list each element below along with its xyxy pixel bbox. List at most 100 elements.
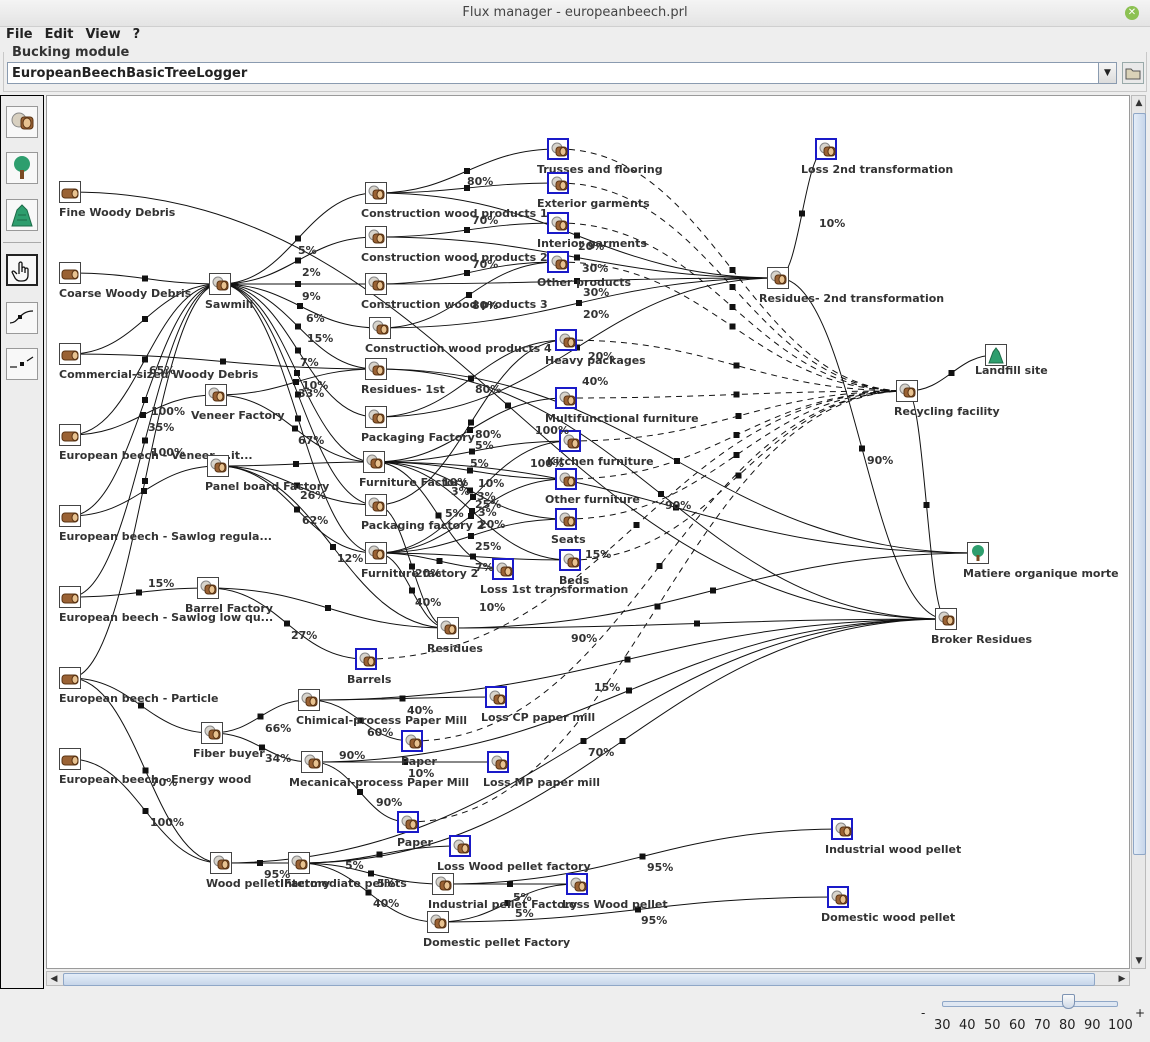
flux-node-of[interactable] (555, 468, 577, 490)
flux-node-cwd[interactable] (59, 262, 81, 284)
scroll-right-icon[interactable]: ▶ (1115, 972, 1129, 986)
link-handle[interactable] (468, 419, 474, 426)
link-handle[interactable] (464, 227, 470, 233)
flux-node-int[interactable] (547, 212, 569, 234)
link-handle[interactable] (733, 432, 740, 438)
flux-node-rec[interactable] (896, 380, 918, 402)
flux-node-ff[interactable] (363, 451, 385, 473)
horizontal-scrollbar[interactable]: ◀ ▶ (46, 971, 1130, 986)
flux-node-oth[interactable] (547, 251, 569, 273)
flux-node-seats[interactable] (555, 508, 577, 530)
flux-node-pkf[interactable] (365, 406, 387, 428)
link-handle[interactable] (325, 605, 331, 611)
vertical-scrollbar[interactable]: ▲ ▼ (1131, 95, 1146, 969)
flux-node-mf[interactable] (555, 387, 577, 409)
link-handle[interactable] (409, 587, 415, 594)
link-handle[interactable] (142, 397, 148, 403)
flux-node-iwp[interactable] (831, 818, 853, 840)
link-handle[interactable] (505, 402, 511, 409)
link-handle[interactable] (368, 870, 374, 877)
flux-node-l1[interactable] (492, 558, 514, 580)
connect-point-tool-button[interactable] (6, 348, 38, 380)
tree-tool-button[interactable] (6, 152, 38, 184)
vertical-scroll-thumb[interactable] (1133, 113, 1146, 855)
chevron-down-icon[interactable]: ▼ (1098, 63, 1116, 83)
link-handle[interactable] (576, 300, 582, 306)
flux-node-mpm[interactable] (301, 751, 323, 773)
link-handle[interactable] (735, 472, 742, 479)
flux-node-ebl[interactable] (59, 586, 81, 608)
link-handle[interactable] (295, 257, 301, 264)
link-handle[interactable] (859, 445, 865, 452)
link-handle[interactable] (284, 620, 290, 627)
flux-node-mom[interactable] (967, 542, 989, 564)
connect-curve-tool-button[interactable] (6, 302, 38, 334)
select-tool-button[interactable] (6, 254, 38, 286)
link-handle[interactable] (468, 533, 474, 539)
link-handle[interactable] (435, 512, 442, 519)
flux-node-ven[interactable] (205, 384, 227, 406)
link-handle[interactable] (923, 502, 930, 508)
link-handle[interactable] (294, 370, 300, 376)
link-handle[interactable] (654, 603, 661, 610)
flux-node-r2[interactable] (767, 267, 789, 289)
flux-node-l2[interactable] (815, 138, 837, 160)
link-handle[interactable] (294, 506, 300, 513)
link-handle[interactable] (464, 270, 470, 276)
menu-view[interactable]: View (79, 26, 126, 44)
flux-node-ipf[interactable] (432, 873, 454, 895)
link-handle[interactable] (633, 522, 640, 528)
link-handle[interactable] (470, 553, 476, 560)
link-handle[interactable] (142, 808, 149, 814)
link-handle[interactable] (295, 235, 301, 242)
link-handle[interactable] (733, 362, 740, 369)
link-handle[interactable] (656, 563, 663, 569)
flux-node-ebv[interactable] (59, 424, 81, 446)
link-handle[interactable] (729, 284, 736, 290)
link-handle[interactable] (729, 323, 736, 330)
link-handle[interactable] (580, 738, 587, 744)
scroll-left-icon[interactable]: ◀ (47, 972, 61, 986)
link-handle[interactable] (624, 656, 631, 663)
flux-node-cwp2[interactable] (365, 226, 387, 248)
link-handle[interactable] (729, 304, 736, 310)
flux-node-pap2[interactable] (397, 811, 419, 833)
close-icon[interactable]: ✕ (1125, 6, 1139, 20)
flux-node-cwp3[interactable] (365, 273, 387, 295)
flux-node-cwp1[interactable] (365, 182, 387, 204)
flux-node-ebs[interactable] (59, 505, 81, 527)
flux-node-ff2[interactable] (365, 542, 387, 564)
link-handle[interactable] (142, 437, 148, 444)
menu-edit[interactable]: Edit (39, 26, 80, 44)
link-handle[interactable] (295, 281, 301, 287)
zoom-slider[interactable]: - + 30 40 50 60 70 80 90 100 (921, 992, 1145, 1040)
link-handle[interactable] (574, 254, 580, 261)
menu-help[interactable]: ? (127, 26, 147, 44)
wood-log-tool-button[interactable] (6, 106, 38, 138)
link-handle[interactable] (735, 413, 742, 419)
link-handle[interactable] (142, 316, 148, 322)
link-handle[interactable] (220, 358, 226, 365)
scroll-down-icon[interactable]: ▼ (1132, 954, 1146, 968)
link-handle[interactable] (292, 425, 298, 432)
link-handle[interactable] (293, 461, 299, 467)
flux-node-res[interactable] (437, 617, 459, 639)
flux-node-lwpf[interactable] (449, 835, 471, 857)
flux-node-beds[interactable] (559, 549, 581, 571)
flux-node-hp[interactable] (555, 329, 577, 351)
link-handle[interactable] (257, 860, 263, 866)
flux-node-r1[interactable] (365, 358, 387, 380)
link-handle[interactable] (694, 620, 700, 627)
link-handle[interactable] (293, 379, 299, 385)
flux-node-saw[interactable] (209, 273, 231, 295)
link-handle[interactable] (729, 267, 736, 273)
link-handle[interactable] (365, 889, 372, 896)
landfill-tool-button[interactable] (6, 199, 38, 231)
flux-node-bar[interactable] (197, 577, 219, 599)
link-handle[interactable] (140, 412, 146, 418)
flux-node-csw[interactable] (59, 343, 81, 365)
link-handle[interactable] (710, 587, 716, 594)
flux-node-dpf[interactable] (427, 911, 449, 933)
link-handle[interactable] (136, 589, 142, 596)
link-handle[interactable] (639, 853, 646, 860)
